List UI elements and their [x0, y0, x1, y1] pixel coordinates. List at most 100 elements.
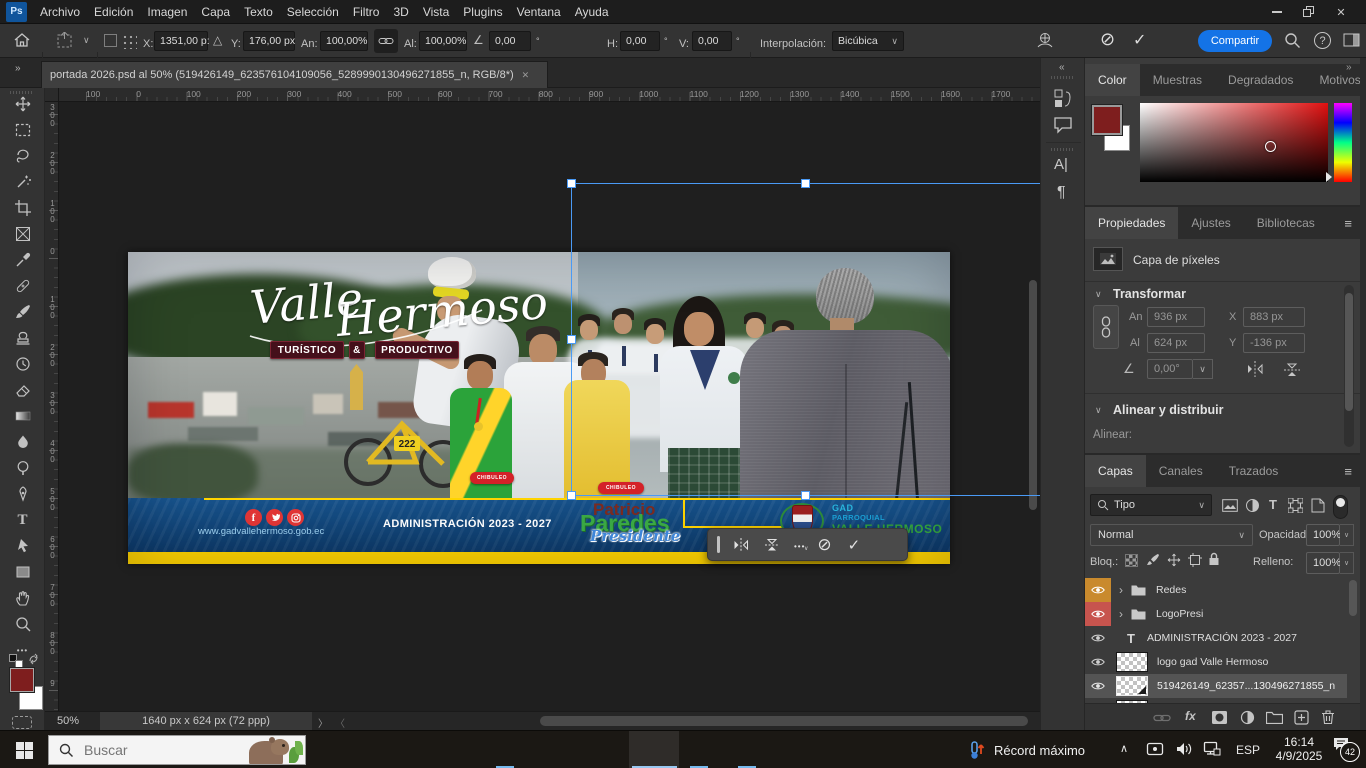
filter-adjustment-icon[interactable]	[1245, 498, 1260, 513]
pen-tool[interactable]	[9, 482, 36, 506]
color-saturation-field[interactable]	[1140, 103, 1328, 182]
x-input[interactable]: 1351,00 p:	[154, 31, 208, 51]
prop-flip-vertical-icon[interactable]	[1283, 361, 1301, 379]
prop-height-field[interactable]: 624 px	[1147, 333, 1205, 353]
menu-vista[interactable]: Vista	[416, 5, 456, 19]
panels-collapse-icon[interactable]: «	[1059, 62, 1065, 73]
lock-pixels-icon[interactable]	[1146, 553, 1160, 567]
reference-point-checkbox[interactable]	[104, 34, 117, 47]
tab-degradados[interactable]: Degradados	[1215, 64, 1306, 96]
delete-layer-icon[interactable]	[1321, 709, 1335, 725]
transform-handle-top-left[interactable]	[567, 179, 576, 188]
transform-tool-badge-icon[interactable]	[55, 32, 77, 50]
paragraph-panel-icon[interactable]: ¶	[1057, 184, 1066, 202]
delta-icon[interactable]: △	[213, 33, 222, 47]
hue-slider[interactable]	[1334, 103, 1352, 182]
panel-menu-icon[interactable]: ≡	[1344, 216, 1360, 231]
type-tool[interactable]: T	[9, 508, 36, 532]
properties-scrollbar[interactable]	[1344, 285, 1354, 447]
layer-comps-panel-icon[interactable]	[1053, 88, 1073, 110]
blur-tool[interactable]	[9, 430, 36, 454]
opacity-field[interactable]: 100%	[1306, 524, 1340, 546]
clone-stamp-tool[interactable]	[9, 326, 36, 350]
cast-icon[interactable]	[1146, 742, 1164, 757]
zoom-level[interactable]: 50%	[57, 715, 79, 727]
commit-transform-icon[interactable]: ✓	[848, 536, 861, 554]
minimize-button[interactable]	[1264, 2, 1290, 22]
move-tool[interactable]	[9, 92, 36, 116]
menu-filtro[interactable]: Filtro	[346, 5, 387, 19]
lock-artboard-icon[interactable]	[1188, 553, 1202, 567]
filter-pixel-layers-icon[interactable]	[1222, 499, 1238, 512]
tab-propiedades[interactable]: Propiedades	[1085, 207, 1178, 239]
blend-mode-select[interactable]: Normal ∨	[1090, 524, 1253, 546]
fill-dropdown[interactable]: ∨	[1340, 552, 1354, 574]
prop-angle-dropdown[interactable]: ∨	[1193, 359, 1213, 379]
h-skew-input[interactable]: 0,00	[620, 31, 660, 51]
menu-edicion[interactable]: Edición	[87, 5, 140, 19]
layers-scrollbar[interactable]	[1349, 580, 1357, 616]
align-section-title[interactable]: Alinear y distribuir	[1113, 403, 1223, 417]
new-group-icon[interactable]	[1266, 711, 1283, 724]
start-button[interactable]	[0, 731, 48, 768]
new-adjustment-layer-icon[interactable]	[1240, 710, 1255, 725]
object-selection-tool[interactable]	[9, 170, 36, 194]
layer-row-redes[interactable]: › Redes	[1085, 578, 1347, 602]
foreground-color-swatch[interactable]	[10, 668, 34, 692]
rectangle-tool[interactable]	[9, 560, 36, 584]
home-icon[interactable]	[13, 31, 31, 49]
opacity-dropdown[interactable]: ∨	[1340, 524, 1354, 546]
tab-bibliotecas[interactable]: Bibliotecas	[1244, 207, 1328, 239]
frame-tool[interactable]	[9, 222, 36, 246]
commit-transform-icon[interactable]: ✓	[1133, 30, 1146, 50]
prop-y-field[interactable]: -136 px	[1243, 333, 1305, 353]
layer-styles-icon[interactable]: fx	[1185, 709, 1196, 723]
language-indicator[interactable]: ESP	[1236, 743, 1260, 757]
filter-smart-object-icon[interactable]	[1311, 498, 1325, 513]
cancel-transform-icon[interactable]: ⊘	[1100, 29, 1115, 50]
new-layer-icon[interactable]	[1294, 710, 1309, 725]
menu-3d[interactable]: 3D	[386, 5, 415, 19]
visibility-toggle[interactable]	[1085, 602, 1111, 626]
eyedropper-tool[interactable]	[9, 248, 36, 272]
cancel-transform-icon[interactable]: ⊘	[817, 535, 831, 555]
lasso-tool[interactable]	[9, 144, 36, 168]
filter-type-icon[interactable]: T	[1269, 497, 1277, 512]
color-foreground-swatch[interactable]	[1092, 105, 1122, 135]
warp-mode-icon[interactable]	[1035, 31, 1055, 51]
filter-toggle[interactable]	[1333, 495, 1348, 519]
link-layers-icon[interactable]	[1153, 713, 1171, 723]
weather-widget[interactable]: Récord máximo	[968, 731, 1085, 768]
menu-capa[interactable]: Capa	[194, 5, 237, 19]
visibility-toggle[interactable]	[1085, 578, 1111, 602]
layer-filter-select[interactable]: Tipo ∨	[1090, 494, 1212, 516]
transform-handle-bottom-center[interactable]	[801, 491, 810, 500]
y-input[interactable]: 176,00 px	[243, 31, 295, 51]
tab-muestras[interactable]: Muestras	[1140, 64, 1215, 96]
v-skew-input[interactable]: 0,00	[692, 31, 732, 51]
width-input[interactable]: 100,00%	[320, 31, 368, 51]
panel-menu-icon[interactable]: ≡	[1344, 464, 1360, 479]
gradient-tool[interactable]	[9, 404, 36, 428]
toolbar-drag-handle[interactable]	[717, 536, 720, 553]
status-expand-icon[interactable]: 〉	[318, 715, 328, 730]
search-icon[interactable]	[1284, 32, 1301, 49]
status-collapse-icon[interactable]: 〈	[335, 715, 345, 730]
flip-horizontal-icon[interactable]	[732, 538, 750, 552]
visibility-toggle[interactable]	[1085, 674, 1111, 698]
reference-point-grid[interactable]	[121, 33, 137, 49]
taskbar-search-box[interactable]	[48, 735, 306, 765]
panels-expand-icon[interactable]: »	[1346, 62, 1352, 73]
restore-button[interactable]	[1296, 2, 1322, 22]
help-icon[interactable]: ?	[1314, 32, 1331, 49]
transform-section-title[interactable]: Transformar	[1113, 287, 1186, 301]
menu-imagen[interactable]: Imagen	[140, 5, 194, 19]
lock-transparency-icon[interactable]	[1125, 554, 1138, 567]
menu-archivo[interactable]: Archivo	[33, 5, 87, 19]
zoom-tool[interactable]	[9, 612, 36, 636]
volume-icon[interactable]	[1175, 741, 1193, 757]
notification-center-button[interactable]: 42	[1333, 737, 1361, 763]
layer-thumbnail[interactable]	[1116, 652, 1148, 672]
prop-angle-field[interactable]: 0,00°	[1147, 359, 1193, 379]
healing-brush-tool[interactable]	[9, 274, 36, 298]
